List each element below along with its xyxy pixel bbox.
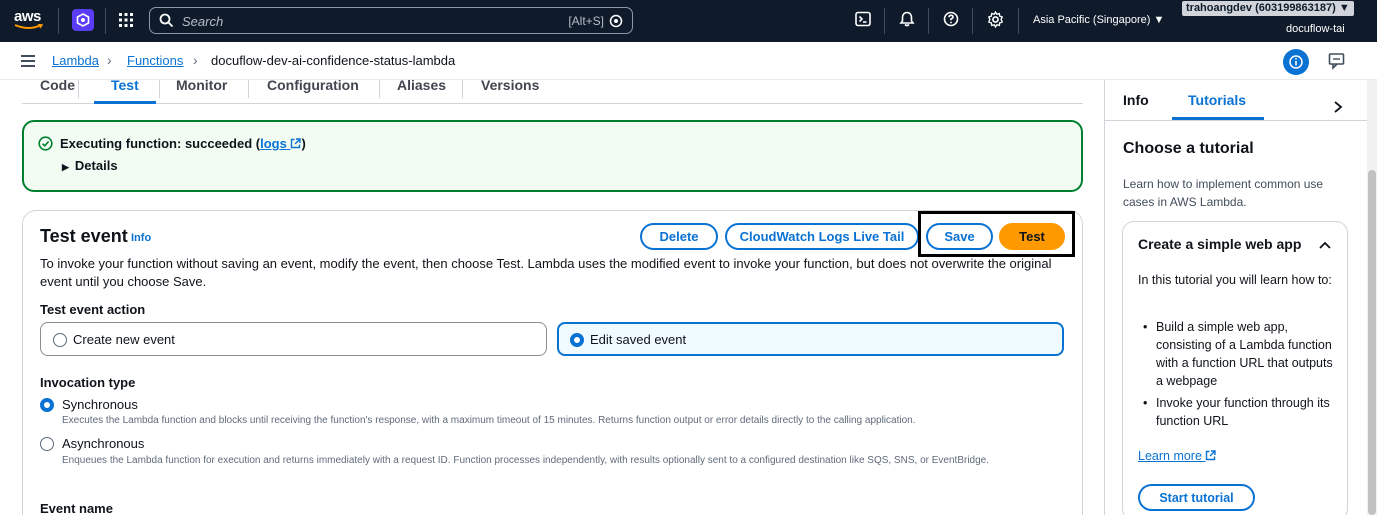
edit-saved-event-option[interactable]: Edit saved event [557,322,1064,356]
search-shortcut: [Alt+S] [568,14,604,28]
learn-more-text: Learn more [1138,449,1202,463]
cloudwatch-live-tail-button[interactable]: CloudWatch Logs Live Tail [725,223,919,250]
divider [58,8,59,34]
details-expander[interactable]: ▶ Details [62,158,118,173]
synchronous-label: Synchronous [62,397,138,412]
tab-versions[interactable]: Versions [481,77,539,93]
synchronous-description: Executes the Lambda function and blocks … [62,415,916,426]
search-icon [159,13,174,31]
breadcrumb-bar [0,42,1377,80]
event-name-label: Event name [40,501,113,515]
help-tab-info[interactable]: Info [1123,92,1149,108]
test-event-action-label: Test event action [40,302,146,317]
active-tab-indicator [1172,117,1264,120]
tutorial-card-intro: In this tutorial you will learn how to: [1138,273,1332,287]
divider [159,80,160,98]
bell-icon[interactable] [899,11,917,29]
divider [379,80,380,98]
external-link-icon [1206,450,1217,461]
logs-link-text: logs [260,136,287,151]
delete-button[interactable]: Delete [640,223,718,250]
divider [928,8,929,34]
divider [1104,120,1367,121]
logs-link[interactable]: logs [260,136,302,151]
service-hexagon-icon[interactable] [72,9,94,31]
account-alias[interactable]: docuflow-tai [1286,23,1345,35]
chevron-up-icon[interactable] [1318,238,1332,253]
create-new-event-label: Create new event [73,332,175,347]
search-placeholder: Search [182,14,224,29]
test-event-description: To invoke your function without saving a… [40,256,1052,289]
breadcrumb-functions[interactable]: Functions [127,53,183,68]
region-selector[interactable]: Asia Pacific (Singapore) ▼ [1033,14,1164,26]
asynchronous-label: Asynchronous [62,436,145,451]
aws-logo-text: aws [14,8,41,25]
alert-message-prefix: Executing function: succeeded ( [60,136,261,151]
help-tab-tutorials[interactable]: Tutorials [1188,92,1246,108]
breadcrumb-separator: › [193,52,198,68]
divider [248,80,249,98]
radio-edit-saved[interactable] [570,333,584,347]
tutorial-bullets: Build a simple web app, consisting of a … [1138,318,1338,434]
menu-icon[interactable] [20,54,36,71]
test-event-info-link[interactable]: Info [131,232,151,244]
search-input[interactable]: Search [Alt+S] [149,7,633,34]
learn-more-link[interactable]: Learn more [1138,449,1217,463]
account-menu[interactable]: trahoangdev (603199863187) ▼ [1182,1,1354,16]
cloudshell-icon[interactable] [855,11,873,29]
create-new-event-option[interactable]: Create new event [40,322,547,356]
tutorial-heading: Choose a tutorial [1123,140,1254,157]
test-event-title: Test event [40,226,128,246]
tab-monitor[interactable]: Monitor [176,77,227,93]
list-item: Invoke your function through its functio… [1138,394,1338,430]
tab-test[interactable]: Test [111,77,139,93]
radio-synchronous[interactable] [40,398,54,412]
list-item: Build a simple web app, consisting of a … [1138,318,1338,390]
details-label: Details [74,158,118,173]
scrollbar-thumb[interactable] [1368,170,1376,515]
alert-message-suffix: ) [301,136,306,151]
success-alert: Executing function: succeeded (logs ) ▶ D… [22,120,1083,192]
external-link-icon [291,138,302,149]
divider [78,80,79,98]
divider [462,80,463,98]
help-icon[interactable] [943,11,961,29]
active-tab-indicator [94,101,156,104]
asynchronous-description: Enqueues the Lambda function for executi… [62,455,989,466]
gear-icon[interactable] [987,10,1005,29]
feedback-icon[interactable] [1328,52,1346,73]
divider [105,8,106,34]
info-icon[interactable] [1283,49,1309,75]
search-shortcut-icon [609,14,623,31]
tab-configuration[interactable]: Configuration [267,77,359,93]
breadcrumb-separator: › [107,52,112,68]
tab-aliases[interactable]: Aliases [397,77,446,93]
edit-saved-event-label: Edit saved event [590,332,687,347]
success-check-icon [38,136,53,154]
divider [884,8,885,34]
highlight-box [918,211,1075,257]
breadcrumb-current: docuflow-dev-ai-confidence-status-lambda [211,53,456,68]
radio-create-new[interactable] [53,333,67,347]
divider [972,8,973,34]
divider [1018,8,1019,34]
caret-right-icon: ▶ [62,162,69,172]
tutorial-intro: Learn how to implement common use cases … [1123,177,1324,209]
aws-logo[interactable]: aws [14,8,46,34]
tutorial-card-title[interactable]: Create a simple web app [1138,236,1301,252]
tab-code[interactable]: Code [40,77,75,93]
chevron-right-icon[interactable] [1332,100,1344,117]
invocation-type-label: Invocation type [40,375,136,390]
services-grid-icon[interactable] [118,12,134,28]
radio-asynchronous[interactable] [40,437,54,451]
breadcrumb-lambda[interactable]: Lambda [52,53,99,68]
alert-message: Executing function: succeeded (logs ) [60,136,306,151]
start-tutorial-button[interactable]: Start tutorial [1138,484,1255,511]
top-navigation: aws Search [Alt+S] Asia Pacific (Singapo… [0,0,1377,42]
